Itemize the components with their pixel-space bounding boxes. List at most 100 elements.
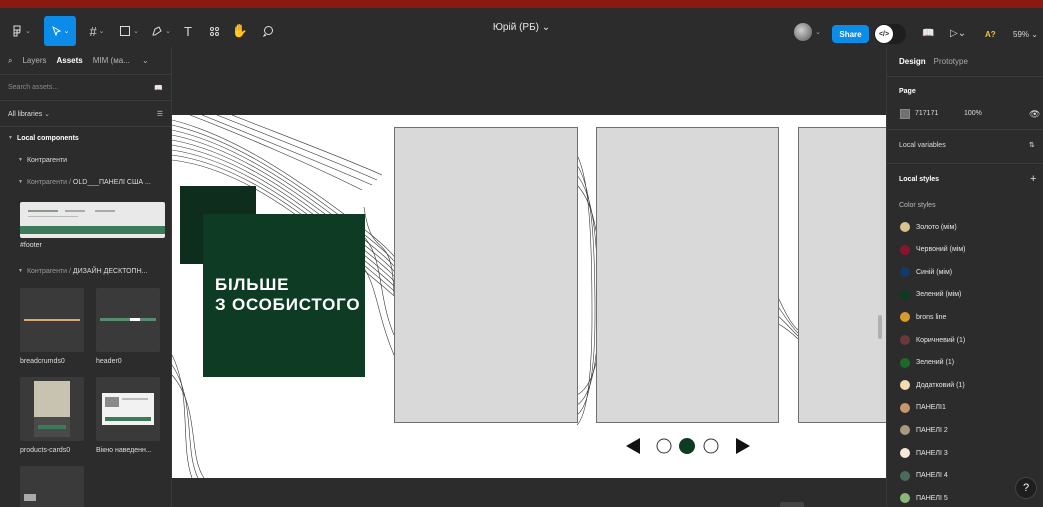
product-card-3[interactable] (798, 127, 886, 423)
divider (887, 163, 1043, 164)
left-panel: ⌕ Layers Assets MIM (ма... ⌄ Search asse… (0, 47, 172, 507)
page-color-swatch[interactable] (900, 109, 910, 119)
libraries-dropdown[interactable]: All libraries ⌄ (8, 110, 50, 118)
group3-prefix: Контрагенти / (26, 267, 71, 275)
color-style-name: Зелений (мім) (916, 291, 962, 299)
color-style-item[interactable]: Коричневий (1) (900, 335, 965, 345)
color-swatch-icon (900, 448, 910, 458)
dev-mode-toggle[interactable]: </> (874, 24, 906, 44)
top-toolbar: ⌄ ⌄ # ⌄ ⌄ ⌄ T ✋ Юрій (РБ) ⌄ ⌄ Share </> 📖… (0, 0, 1043, 47)
local-components-header[interactable]: ▼ Local components (0, 127, 171, 149)
color-swatch-icon (900, 357, 910, 368)
frame-slider[interactable]: БІЛЬШЕ З ОСОБИСТОГО (172, 115, 886, 478)
add-style-icon[interactable]: + (1030, 173, 1036, 185)
file-title-text: Юрій (РБ) (492, 22, 539, 33)
canvas-widget[interactable] (780, 502, 804, 507)
dot-empty[interactable] (703, 438, 719, 454)
book-icon[interactable]: 📖 (154, 84, 163, 92)
footer-label: #footer (20, 242, 42, 249)
color-swatch-icon (900, 312, 910, 323)
slider-pagination (626, 438, 750, 454)
local-variables-label[interactable]: Local variables (899, 142, 946, 149)
variables-settings-icon[interactable]: ⇅ (1029, 141, 1035, 149)
libraries-filter[interactable]: All libraries ⌄ ☰ (0, 101, 171, 127)
color-swatch-icon (900, 493, 910, 504)
products-cards-thumb[interactable] (20, 377, 84, 441)
color-style-item[interactable]: Червоний (мім) (900, 244, 965, 255)
page-section-label: Page (899, 88, 916, 95)
local-styles-label: Local styles (899, 176, 940, 183)
page-color-hex[interactable]: 717171 (915, 110, 938, 117)
page-opacity[interactable]: 100% (964, 110, 982, 117)
search-icon[interactable]: ⌕ (8, 56, 12, 66)
color-style-name: Зелений (1) (916, 359, 955, 367)
group2-name: OLD___ПАНЕЛІ США ... (72, 178, 151, 186)
component-thumb[interactable] (20, 466, 84, 507)
color-swatch-icon (900, 222, 910, 232)
share-button[interactable]: Share (832, 25, 869, 43)
present-button[interactable]: ▷⌄ (950, 28, 966, 39)
zoom-selector[interactable]: 59% ⌄ (1013, 30, 1038, 39)
library-button[interactable]: 📖 (922, 28, 934, 39)
product-card-2[interactable] (596, 127, 779, 423)
play-icon: ▷ (950, 28, 958, 39)
tab-layers[interactable]: Layers (22, 56, 46, 65)
color-style-item[interactable]: Зелений (1) (900, 357, 955, 368)
color-swatch-icon (900, 470, 910, 481)
color-style-item[interactable]: ПАНЕЛІ 2 (900, 425, 948, 436)
group-old-panels[interactable]: ▼ Контрагенти / OLD___ПАНЕЛІ США ... (0, 171, 171, 193)
color-style-item[interactable]: Додатковий (1) (900, 380, 965, 391)
right-panel-tabs: Design Prototype (887, 47, 1043, 77)
dot-empty[interactable] (656, 438, 672, 454)
divider (887, 129, 1043, 130)
header-thumb[interactable] (96, 288, 160, 352)
book-icon: 📖 (922, 28, 935, 39)
color-styles-label: Color styles (899, 202, 936, 209)
promo-heading[interactable]: БІЛЬШЕ З ОСОБИСТОГО (215, 275, 360, 315)
collaborator-avatar[interactable]: ⌄ (794, 23, 821, 41)
search-input[interactable]: Search assets... (8, 84, 58, 91)
color-style-item[interactable]: ПАНЕЛІ 5 (900, 493, 948, 504)
page-selector-label: MIM (ма... (92, 56, 130, 65)
color-swatch-icon (900, 380, 910, 391)
design-canvas[interactable]: БІЛЬШЕ З ОСОБИСТОГО (172, 47, 886, 507)
canvas-scrollbar[interactable] (878, 315, 882, 339)
color-style-item[interactable]: brons line (900, 312, 946, 323)
product-card-1[interactable] (394, 127, 578, 423)
tab-assets[interactable]: Assets (57, 56, 83, 65)
hover-window-thumb[interactable] (96, 377, 160, 441)
arrow-left-icon[interactable] (626, 438, 640, 454)
promo-line1: БІЛЬШЕ (215, 275, 290, 294)
color-style-name: Золото (мім) (916, 223, 957, 231)
color-style-item[interactable]: Синій (мім) (900, 267, 952, 278)
color-style-item[interactable]: Зелений (мім) (900, 289, 962, 300)
color-style-name: ПАНЕЛІ 4 (916, 472, 948, 480)
tab-prototype[interactable]: Prototype (934, 57, 968, 66)
breadcrumbs-thumb[interactable] (20, 288, 84, 352)
assets-search[interactable]: Search assets... 📖 (0, 75, 171, 101)
component-label: Вікно наведенн... (96, 447, 152, 454)
color-style-item[interactable]: ПАНЕЛІ 4 (900, 470, 948, 481)
page-selector[interactable]: MIM (ма... ⌄ (93, 56, 149, 65)
footer-component-thumb[interactable] (20, 202, 165, 238)
dev-mode-icon: </> (875, 25, 893, 43)
list-view-icon[interactable]: ☰ (157, 110, 163, 118)
dot-filled[interactable] (679, 438, 695, 454)
color-style-name: Коричневий (1) (916, 336, 966, 344)
zoom-value: 59% (1013, 30, 1030, 39)
local-components-label: Local components (16, 134, 79, 142)
color-style-name: ПАНЕЛІ 2 (916, 426, 948, 434)
help-button[interactable]: ? (1015, 477, 1037, 499)
color-style-item[interactable]: ПАНЕЛІ 3 (900, 448, 948, 458)
group-desktop-design[interactable]: ▼ Контрагенти / ДИЗАЙН ДЕСКТОПН... (0, 260, 172, 282)
missing-fonts-button[interactable]: A? (985, 30, 996, 39)
arrow-right-icon[interactable] (736, 438, 750, 454)
tab-design[interactable]: Design (899, 57, 926, 66)
eye-icon[interactable]: 👁 (1029, 109, 1040, 120)
color-style-item[interactable]: ПАНЕЛІ1 (900, 402, 946, 413)
color-swatch-icon (900, 244, 910, 255)
avatar (794, 23, 812, 41)
color-style-item[interactable]: Золото (мім) (900, 222, 957, 232)
color-style-name: ПАНЕЛІ 5 (916, 494, 948, 502)
group-kontragenty[interactable]: ▼ Контрагенти (0, 149, 171, 171)
